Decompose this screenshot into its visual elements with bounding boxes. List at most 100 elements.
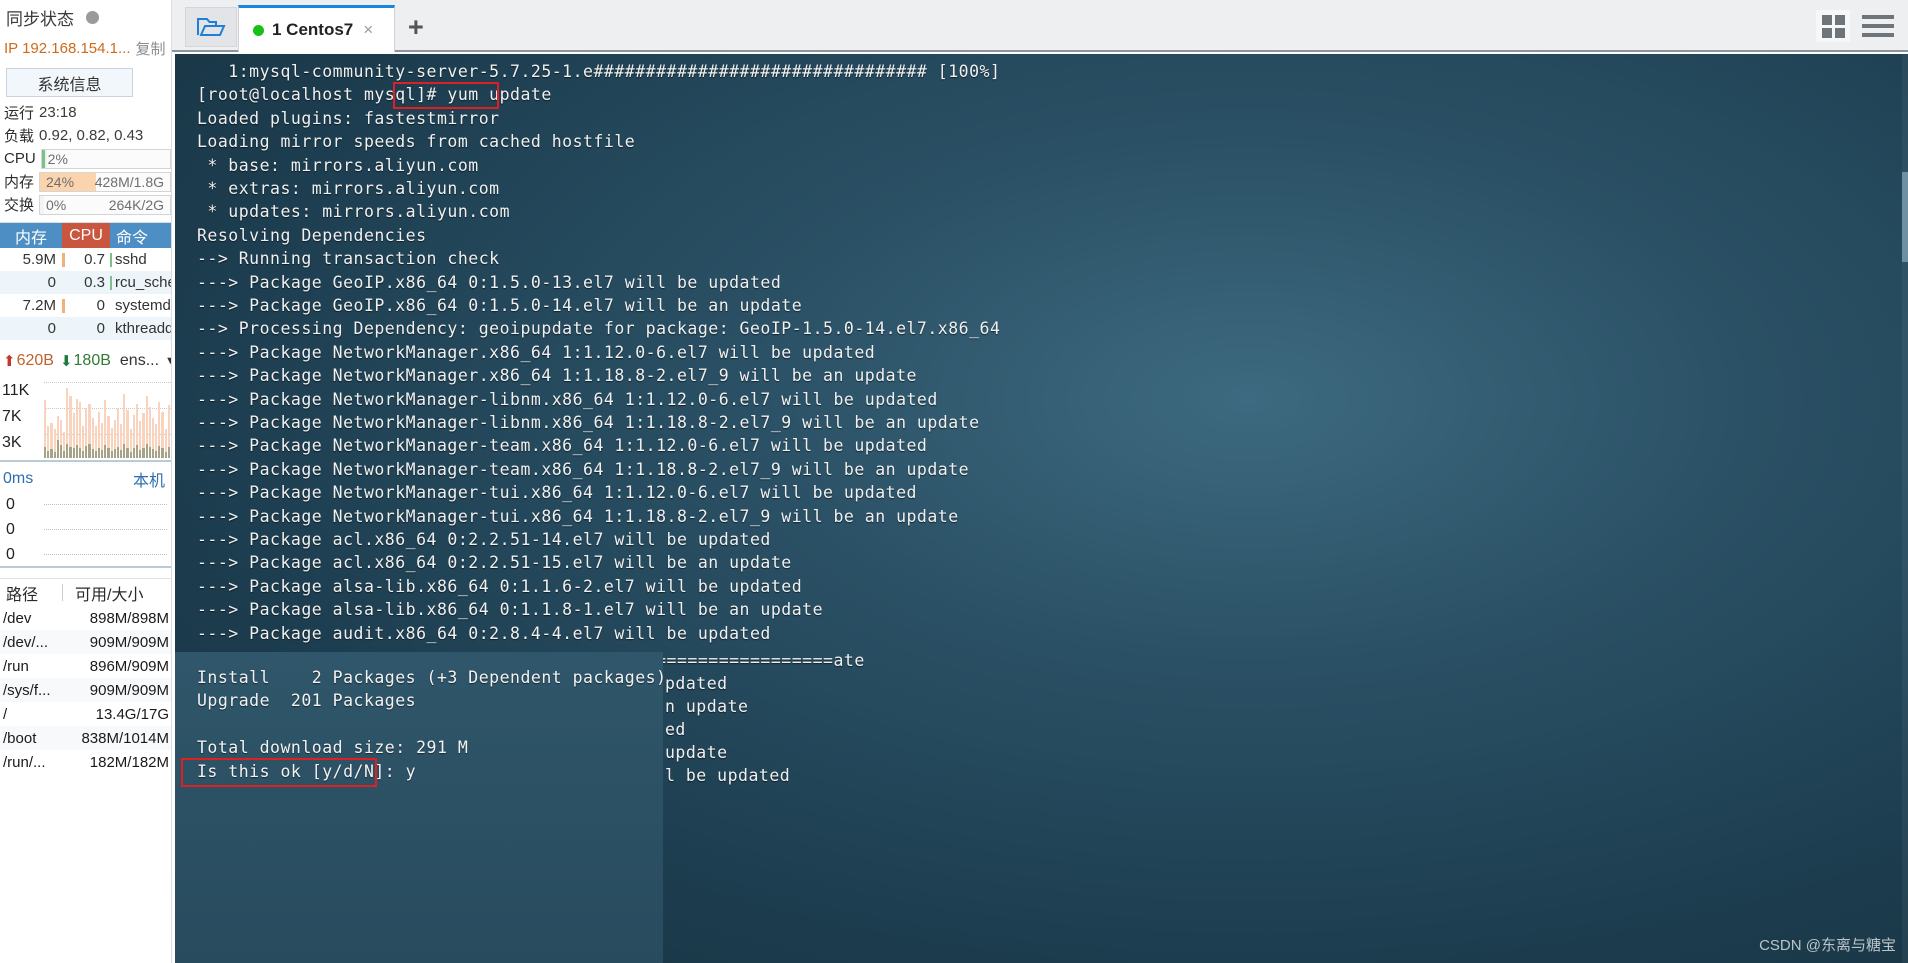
memory-row: 内存 24% 428M/1.8G	[0, 170, 171, 193]
process-table: 内存 CPU 命令 5.9M 0.7 sshd 0 0.3 rcu_sche 7…	[0, 222, 171, 340]
sync-status-row: 同步状态	[0, 0, 171, 34]
network-bar	[85, 408, 88, 458]
process-header-command[interactable]: 命令	[110, 223, 171, 248]
process-mem: 0	[47, 274, 56, 291]
chevron-down-icon[interactable]: ▼	[165, 355, 171, 367]
memory-percent: 24%	[46, 173, 75, 190]
network-bar	[167, 405, 170, 458]
copy-ip-button[interactable]: 复制	[136, 38, 166, 59]
cpu-row: CPU 2%	[0, 147, 171, 170]
overlay-line: Upgrade 201 Packages	[197, 691, 417, 711]
terminal-output[interactable]: 1:mysql-community-server-5.7.25-1.e#####…	[175, 54, 1908, 963]
terminal-line: * extras: mirrors.aliyun.com	[197, 179, 500, 198]
network-bar	[139, 421, 142, 458]
table-row[interactable]: /dev 898M/898M	[0, 606, 171, 630]
overlay-line: Is this ok [y/d/N]: y	[197, 761, 417, 781]
cpu-percent: 2%	[47, 150, 68, 167]
network-bar-base	[97, 447, 101, 458]
disk-size: 838M/1014M	[81, 729, 169, 747]
terminal-line: ---> Package NetworkManager-tui.x86_64 1…	[197, 483, 917, 503]
network-bar	[63, 432, 66, 458]
app-root: 同步状态 IP 192.168.154.1... 复制 系统信息 运行 23:1…	[0, 0, 1908, 963]
process-command: sshd	[115, 251, 147, 268]
tab-centos7[interactable]: 1 Centos7 ×	[238, 5, 395, 52]
download-rate: 180B	[73, 352, 111, 369]
disk-header-path[interactable]: 路径	[0, 581, 62, 605]
table-row[interactable]: 0 0.3 rcu_sche	[0, 271, 171, 294]
network-bar-base	[142, 447, 145, 458]
network-bar	[107, 416, 110, 458]
process-header-cpu[interactable]: CPU	[62, 223, 110, 248]
overlay-line: Install 2 Packages (+3 Dependent package…	[197, 668, 667, 687]
table-row[interactable]: /boot 838M/1014M	[0, 726, 171, 750]
ping-header: 0ms 本机	[0, 466, 171, 492]
tab-title: 1 Centos7	[272, 20, 354, 39]
system-info-button[interactable]: 系统信息	[6, 68, 133, 97]
network-bar-base	[107, 448, 110, 458]
ping-latency-value: 0ms	[3, 470, 34, 487]
network-bar-base	[120, 450, 123, 458]
table-row[interactable]: /run/... 182M/182M	[0, 750, 171, 774]
table-row[interactable]: /run 896M/909M	[0, 654, 171, 678]
hamburger-menu-icon[interactable]	[1862, 10, 1894, 42]
process-command: kthreadd	[115, 320, 171, 337]
network-y-tick: 11K	[2, 382, 30, 399]
load-value: 0.92, 0.82, 0.43	[39, 127, 144, 144]
network-bar-base	[72, 448, 75, 458]
network-bar	[97, 411, 101, 458]
network-interface-label[interactable]: ens...	[120, 352, 159, 370]
close-icon[interactable]: ×	[363, 20, 373, 40]
terminal-line: ---> Package GeoIP.x86_64 0:1.5.0-13.el7…	[197, 272, 782, 292]
network-bar-base	[78, 447, 82, 458]
process-cpu: 0	[96, 320, 105, 337]
table-row[interactable]: 5.9M 0.7 sshd	[0, 248, 171, 271]
terminal-line: Loading mirror speeds from cached hostfi…	[197, 132, 636, 152]
network-bar	[78, 402, 82, 458]
network-bar-base	[155, 450, 158, 458]
network-bar	[158, 402, 161, 458]
ping-host-label[interactable]: 本机	[133, 467, 165, 491]
network-header: ⬆ 620B ⬇ 180B ens... ▼	[0, 348, 171, 374]
network-bar-base	[123, 443, 126, 458]
network-bar-base	[110, 450, 113, 458]
terminal-line: ---> Package alsa-lib.x86_64 0:1.1.6-2.e…	[197, 576, 803, 596]
terminal-line: ---> Package NetworkManager.x86_64 1:1.1…	[197, 366, 917, 386]
terminal-scrollbar[interactable]	[1902, 54, 1908, 963]
table-row[interactable]: 0 0 kthreadd	[0, 317, 171, 340]
network-bar-base	[59, 445, 63, 458]
sync-status-indicator	[86, 10, 99, 24]
folder-open-glyph	[197, 18, 226, 36]
network-y-tick: 3K	[2, 434, 22, 451]
ping-latency-graph: 0 0 0	[0, 492, 171, 568]
grid-view-icon[interactable]	[1816, 10, 1850, 42]
swap-meter: 0% 264K/2G	[39, 194, 171, 215]
terminal-line-background: ed	[665, 720, 686, 739]
network-traffic-graph: 11K 7K 3K	[0, 376, 171, 462]
network-bar-base	[126, 447, 129, 458]
table-row[interactable]: /sys/f... 909M/909M	[0, 678, 171, 702]
folder-open-icon[interactable]	[185, 7, 237, 47]
network-bar-base	[139, 450, 142, 458]
terminal-tab-bar: 1 Centos7 × +	[172, 0, 1908, 52]
swap-percent: 0%	[46, 196, 67, 213]
table-row[interactable]: / 13.4G/17G	[0, 702, 171, 726]
scrollbar-thumb[interactable]	[1902, 172, 1908, 262]
table-row[interactable]: 7.2M 0 systemd	[0, 294, 171, 317]
process-header-mem[interactable]: 内存	[0, 223, 62, 248]
system-monitor-sidebar: 同步状态 IP 192.168.154.1... 复制 系统信息 运行 23:1…	[0, 0, 172, 963]
new-tab-button[interactable]: +	[408, 12, 424, 43]
disk-size: 898M/898M	[89, 609, 169, 627]
table-row[interactable]: /dev/... 909M/909M	[0, 630, 171, 654]
terminal-line: [root@localhost mysql]# yum update	[197, 85, 552, 105]
memory-meter: 24% 428M/1.8G	[39, 171, 171, 192]
network-bar	[53, 429, 56, 458]
network-bar	[101, 422, 104, 458]
network-bar-base	[56, 440, 59, 458]
network-bar	[88, 403, 91, 458]
disk-header-size[interactable]: 可用/大小	[63, 581, 171, 605]
disk-path: /dev	[3, 609, 32, 627]
process-mem: 5.9M	[22, 251, 56, 268]
network-y-tick: 7K	[2, 408, 22, 425]
ping-graph-axis: 0 0 0	[6, 492, 15, 567]
network-bar	[113, 419, 116, 458]
